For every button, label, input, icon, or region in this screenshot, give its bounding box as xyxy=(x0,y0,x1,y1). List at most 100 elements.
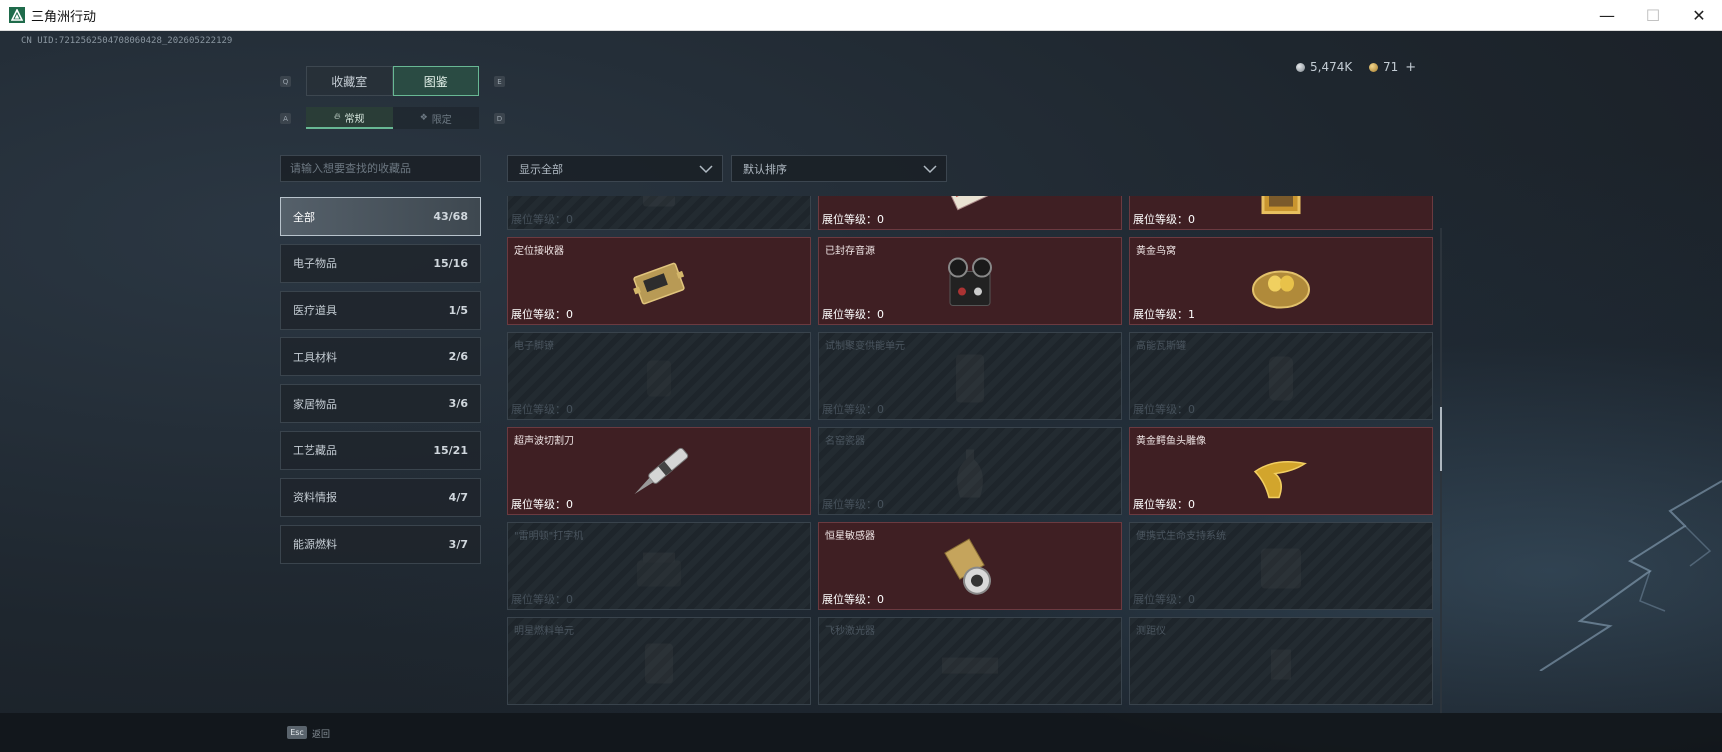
tab-catalog[interactable]: 图鉴 xyxy=(392,66,479,96)
grid-scroll-thumb[interactable] xyxy=(1440,407,1442,471)
display-filter-dropdown[interactable]: 显示全部 xyxy=(507,155,723,182)
laser-icon xyxy=(942,657,998,674)
hotkey-d: D xyxy=(494,113,505,124)
item-name: 定位接收器 xyxy=(514,246,564,257)
category-tools[interactable]: 工具材料 2/6 xyxy=(280,337,481,377)
item-name: 明星燃料单元 xyxy=(514,626,574,637)
main-tabs: 收藏室 图鉴 xyxy=(306,66,479,96)
collection-item-card[interactable]: 电子脚镣 展位等级：0 xyxy=(507,332,811,420)
category-label: 全部 xyxy=(293,210,315,224)
category-count: 2/6 xyxy=(448,350,468,364)
category-count: 1/5 xyxy=(448,303,468,317)
item-name: 试制聚变供能单元 xyxy=(825,341,905,352)
category-medical[interactable]: 医疗道具 1/5 xyxy=(280,290,481,330)
category-count: 3/6 xyxy=(448,397,468,411)
category-list: 全部 43/68 电子物品 15/16 医疗道具 1/5 工具材料 2/6 家居物品 3/… xyxy=(280,197,481,571)
item-name: 测距仪 xyxy=(1136,626,1166,637)
anklet-icon xyxy=(647,360,671,397)
tab-regular[interactable]: 🔥︎ 常规 xyxy=(306,107,393,129)
sort-dropdown[interactable]: 默认排序 xyxy=(731,155,947,182)
collection-item-card[interactable]: 高能瓦斯罐 展位等级：0 xyxy=(1129,332,1433,420)
category-label: 工艺藏品 xyxy=(293,444,337,458)
collection-item-card[interactable]: 便携式生命支持系统 展位等级：0 xyxy=(1129,522,1433,610)
item-name: 名窑瓷器 xyxy=(825,436,865,447)
item-name: 黄金鸟窝 xyxy=(1136,246,1176,257)
collection-item-card[interactable]: 已封存音源 展位等级：0 xyxy=(818,237,1122,325)
search-input[interactable] xyxy=(280,155,481,182)
item-display-level: 展位等级：0 xyxy=(511,308,573,321)
maximize-icon[interactable]: ☐ xyxy=(1630,0,1676,31)
esc-key-button[interactable]: Esc xyxy=(287,726,307,739)
hotkey-e: E xyxy=(494,76,505,87)
sub-tabs: 🔥︎ 常规 ❖ 限定 xyxy=(306,107,479,129)
item-name: 黄金鳄鱼头雕像 xyxy=(1136,436,1206,447)
tab-regular-label: 常规 xyxy=(344,113,365,125)
add-currency-button[interactable]: + xyxy=(1405,60,1416,75)
item-name: 电子脚镣 xyxy=(514,341,554,352)
window-title: 三角洲行动 xyxy=(31,9,97,25)
collection-item-card[interactable]: 定位接收器展位等级：0 xyxy=(507,237,811,325)
item-name: 飞秒激光器 xyxy=(825,626,875,637)
collection-item-card[interactable]: 超声波切割刀 展位等级：0 xyxy=(507,427,811,515)
device-icon xyxy=(643,196,675,207)
hotkey-q: Q xyxy=(280,76,291,87)
fuel-cell-icon xyxy=(645,643,673,684)
collection-item-card[interactable]: "雷明顿"打字机 展位等级：0 xyxy=(507,522,811,610)
tape-recorder-icon xyxy=(948,257,992,307)
collection-item-card[interactable]: 展位等级：0 xyxy=(507,196,811,230)
collection-grid: 展位等级：0 展位等级：0 展位等级：0 定位接收器 展位等级：0 已封存音源 展位等级：0… xyxy=(507,196,1435,716)
tab-limited-label: 限定 xyxy=(431,114,452,126)
tab-collection-room[interactable]: 收藏室 xyxy=(306,66,393,96)
item-display-level: 展位等级：1 xyxy=(1133,308,1195,321)
grid-scrollbar[interactable] xyxy=(1440,228,1442,714)
collection-item-card[interactable]: 展位等级：0 xyxy=(818,196,1122,230)
collection-item-card[interactable]: 展位等级：0 xyxy=(1129,196,1433,230)
category-all[interactable]: 全部 43/68 xyxy=(280,197,481,236)
background-lightning-icon xyxy=(1539,480,1722,671)
gas-canister-icon xyxy=(1269,356,1293,401)
item-display-level: 展位等级：0 xyxy=(511,593,573,606)
card-icon xyxy=(944,196,995,211)
category-label: 能源燃料 xyxy=(293,538,337,552)
porcelain-vase-icon xyxy=(957,449,983,498)
minimize-icon[interactable]: — xyxy=(1584,0,1630,31)
chevron-down-icon xyxy=(923,165,937,174)
category-crafts[interactable]: 工艺藏品 15/21 xyxy=(280,430,481,470)
typewriter-icon xyxy=(637,552,681,587)
rangefinder-icon xyxy=(1271,649,1291,680)
delta-logo-icon xyxy=(9,7,25,23)
collection-item-card[interactable]: 黄金鳄鱼头雕像 展位等级：0 xyxy=(1129,427,1433,515)
collection-item-card[interactable]: 恒星敏感器 展位等级：0 xyxy=(818,522,1122,610)
receiver-icon xyxy=(633,262,685,305)
collection-item-card[interactable]: 飞秒激光器 xyxy=(818,617,1122,705)
game-screen: CN UID:721256250470806042​8_202605222129… xyxy=(0,31,1722,752)
hotkey-a: A xyxy=(280,113,291,124)
collection-item-card[interactable]: 明星燃料单元 xyxy=(507,617,811,705)
item-name: 便携式生命支持系统 xyxy=(1136,531,1226,542)
collection-item-card[interactable]: 名窑瓷器 展位等级：0 xyxy=(818,427,1122,515)
item-name: "雷明顿"打字机 xyxy=(514,531,584,542)
currency-gold: 71 + xyxy=(1369,59,1416,75)
category-electronics[interactable]: 电子物品 15/16 xyxy=(280,243,481,283)
collection-grid-inner: 展位等级：0 展位等级：0 展位等级：0 定位接收器 展位等级：0 已封存音源 展位等级：0… xyxy=(507,196,1433,705)
silver-coin-icon xyxy=(1296,62,1305,72)
tab-limited[interactable]: ❖ 限定 xyxy=(392,107,479,129)
item-display-level: 展位等级：0 xyxy=(511,498,573,511)
collection-item-card[interactable]: 试制聚变供能单元 展位等级：0 xyxy=(818,332,1122,420)
back-label: 返回 xyxy=(312,730,331,740)
star-sensor-icon xyxy=(944,538,991,595)
collection-item-card[interactable]: 黄金鸟窝展位等级：1 xyxy=(1129,237,1433,325)
category-intel[interactable]: 资料情报 4/7 xyxy=(280,477,481,517)
currency-silver: 5,474K xyxy=(1296,59,1352,75)
gold-amount: 71 xyxy=(1383,60,1399,74)
category-household[interactable]: 家居物品 3/6 xyxy=(280,384,481,424)
category-energy[interactable]: 能源燃料 3/7 xyxy=(280,524,481,564)
item-name: 超声波切割刀 xyxy=(514,436,574,447)
close-icon[interactable]: ✕ xyxy=(1676,0,1722,31)
ultrasonic-knife-icon xyxy=(634,447,689,495)
collection-item-card[interactable]: 测距仪 xyxy=(1129,617,1433,705)
footer-bar xyxy=(0,713,1722,752)
category-label: 电子物品 xyxy=(293,257,337,271)
item-display-level: 展位等级：0 xyxy=(1133,213,1195,226)
gold-coin-icon xyxy=(1369,62,1378,72)
